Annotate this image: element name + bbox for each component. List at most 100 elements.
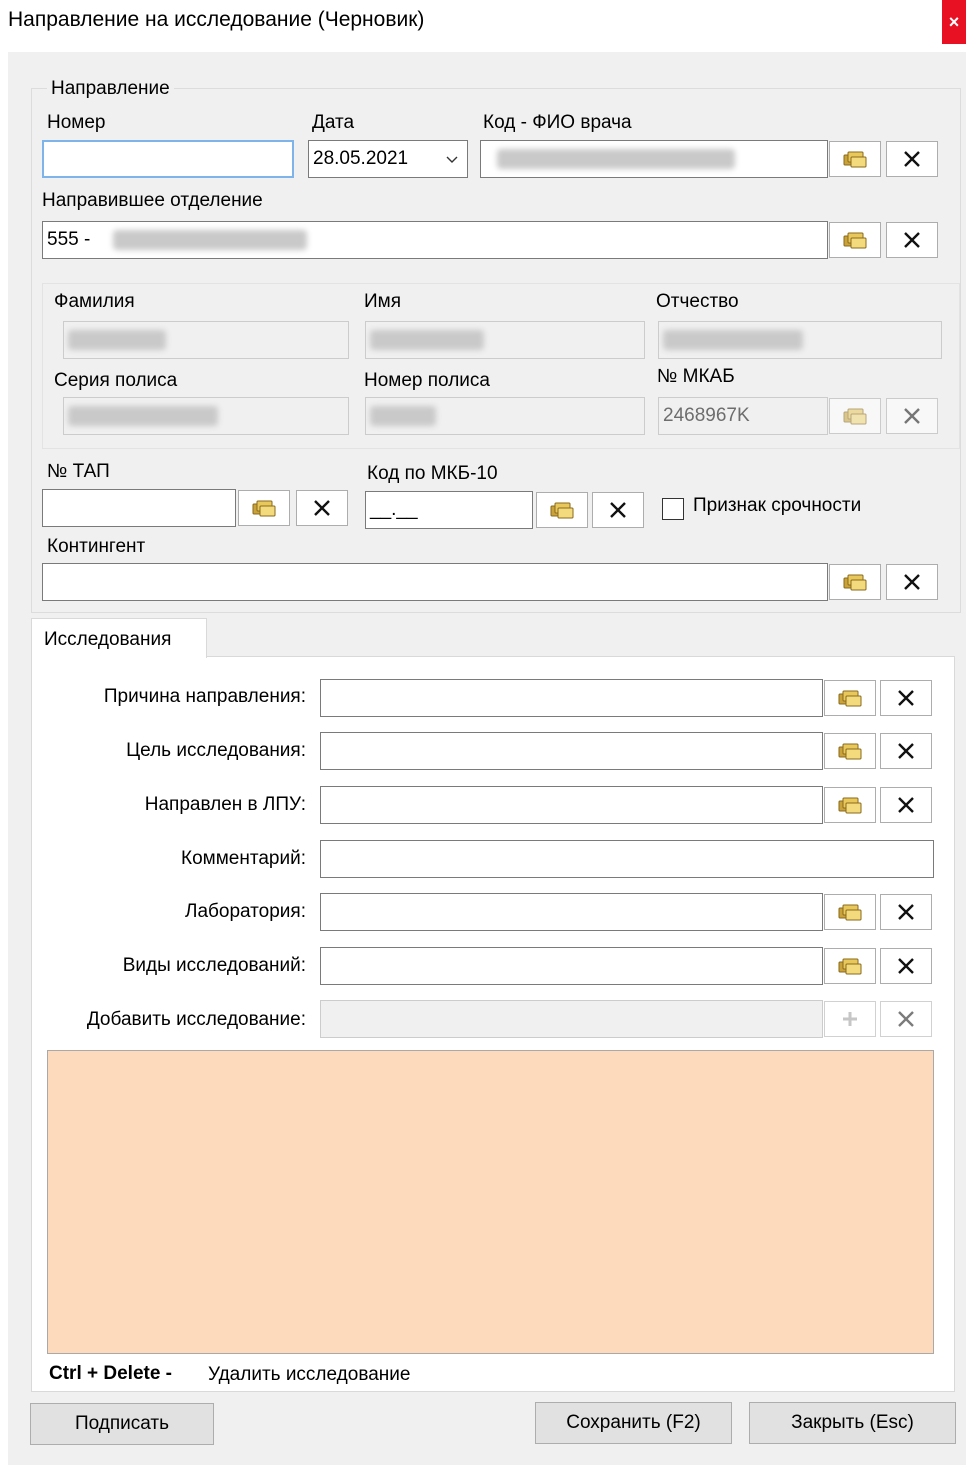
contingent-clear-button[interactable] (886, 564, 938, 600)
mkab-label: № МКАБ (657, 366, 735, 387)
clear-x-icon (896, 902, 916, 922)
redacted-department-name (113, 230, 307, 250)
name-label: Имя (364, 291, 402, 312)
sign-button[interactable]: Подписать (30, 1403, 214, 1445)
mkb-label: Код по МКБ-10 (367, 463, 498, 484)
add-research-label: Добавить исследование: (86, 1009, 306, 1030)
folder-lookup-icon (843, 407, 867, 425)
folder-lookup-icon (252, 499, 276, 517)
reason-clear-button[interactable] (880, 680, 932, 716)
name-field (365, 321, 645, 359)
goal-clear-button[interactable] (880, 733, 932, 769)
urgency-checkbox[interactable] (662, 498, 684, 520)
clear-x-icon (902, 572, 922, 592)
clear-x-icon (896, 741, 916, 761)
research-list[interactable] (47, 1050, 934, 1354)
redacted-policy-number (370, 406, 436, 426)
reason-label: Причина направления: (103, 686, 306, 707)
clear-x-icon (902, 406, 922, 426)
contingent-lookup-button[interactable] (829, 564, 881, 600)
lpu-input[interactable] (320, 786, 823, 824)
lab-input[interactable] (320, 893, 823, 931)
folder-lookup-icon (838, 742, 862, 760)
tap-input[interactable] (42, 489, 236, 527)
tap-clear-button[interactable] (296, 490, 348, 526)
doctor-label: Код - ФИО врача (483, 112, 632, 133)
clear-x-icon (896, 1009, 916, 1029)
folder-lookup-icon (838, 796, 862, 814)
types-clear-button[interactable] (880, 948, 932, 984)
redacted-policy-series (68, 406, 218, 426)
lpu-label: Направлен в ЛПУ: (144, 794, 306, 815)
folder-lookup-icon (838, 903, 862, 921)
department-input[interactable]: 555 - (42, 221, 828, 259)
doctor-clear-button[interactable] (886, 141, 938, 177)
number-input[interactable] (42, 140, 294, 178)
folder-lookup-icon (843, 150, 867, 168)
lpu-lookup-button[interactable] (824, 787, 876, 823)
department-lookup-button[interactable] (829, 222, 881, 258)
add-research-button (824, 1001, 876, 1037)
reason-lookup-button[interactable] (824, 680, 876, 716)
add-research-clear-button (880, 1001, 932, 1037)
doctor-lookup-button[interactable] (829, 141, 881, 177)
reason-input[interactable] (320, 679, 823, 717)
clear-x-icon (902, 149, 922, 169)
window-title: Направление на исследование (Черновик) (8, 8, 425, 31)
mkab-clear-button (886, 398, 938, 434)
mkb-lookup-button[interactable] (536, 492, 588, 528)
lab-clear-button[interactable] (880, 894, 932, 930)
types-label: Виды исследований: (122, 955, 306, 976)
urgency-label[interactable]: Признак срочности (693, 495, 861, 517)
goal-lookup-button[interactable] (824, 733, 876, 769)
mkb-input[interactable]: __.__ (365, 491, 533, 529)
chevron-down-icon[interactable] (445, 141, 459, 177)
close-button[interactable]: Закрыть (Esc) (749, 1402, 956, 1444)
lab-lookup-button[interactable] (824, 894, 876, 930)
surname-label: Фамилия (54, 291, 135, 312)
window-close-button[interactable]: × (942, 0, 966, 44)
clear-x-icon (902, 230, 922, 250)
number-label: Номер (47, 112, 106, 133)
department-value: 555 - (47, 229, 91, 250)
department-clear-button[interactable] (886, 222, 938, 258)
policy-number-label: Номер полиса (364, 370, 490, 391)
tab-research[interactable]: Исследования (31, 618, 207, 658)
department-label: Направившее отделение (42, 190, 263, 211)
folder-lookup-icon (838, 689, 862, 707)
clear-x-icon (896, 795, 916, 815)
folder-lookup-icon (550, 501, 574, 519)
save-button[interactable]: Сохранить (F2) (535, 1402, 732, 1444)
lab-label: Лаборатория: (184, 901, 306, 922)
comment-label: Комментарий: (181, 848, 306, 869)
policy-series-label: Серия полиса (54, 370, 178, 391)
mkab-lookup-button (829, 398, 881, 434)
mkab-field: 2468967K (658, 397, 828, 435)
patronymic-field (658, 321, 942, 359)
mkb-clear-button[interactable] (592, 492, 644, 528)
folder-lookup-icon (843, 231, 867, 249)
policy-number-field (365, 397, 645, 435)
types-lookup-button[interactable] (824, 948, 876, 984)
patronymic-label: Отчество (656, 291, 739, 312)
date-picker[interactable]: 28.05.2021 (308, 140, 468, 178)
goal-label: Цель исследования: (126, 740, 306, 761)
comment-input[interactable] (320, 840, 934, 878)
lpu-clear-button[interactable] (880, 787, 932, 823)
clear-x-icon (896, 688, 916, 708)
redacted-doctor-name (497, 149, 735, 169)
hint-text: Удалить исследование (208, 1364, 411, 1385)
folder-lookup-icon (843, 573, 867, 591)
types-input[interactable] (320, 947, 823, 985)
goal-input[interactable] (320, 732, 823, 770)
contingent-input[interactable] (42, 563, 828, 601)
policy-series-field (63, 397, 349, 435)
doctor-input[interactable] (480, 140, 828, 178)
contingent-label: Контингент (47, 536, 146, 557)
clear-x-icon (896, 956, 916, 976)
folder-lookup-icon (838, 957, 862, 975)
redacted-surname (68, 330, 166, 350)
tap-lookup-button[interactable] (238, 490, 290, 526)
tap-label: № ТАП (47, 461, 110, 482)
hint-keys: Ctrl + Delete - (49, 1363, 173, 1384)
